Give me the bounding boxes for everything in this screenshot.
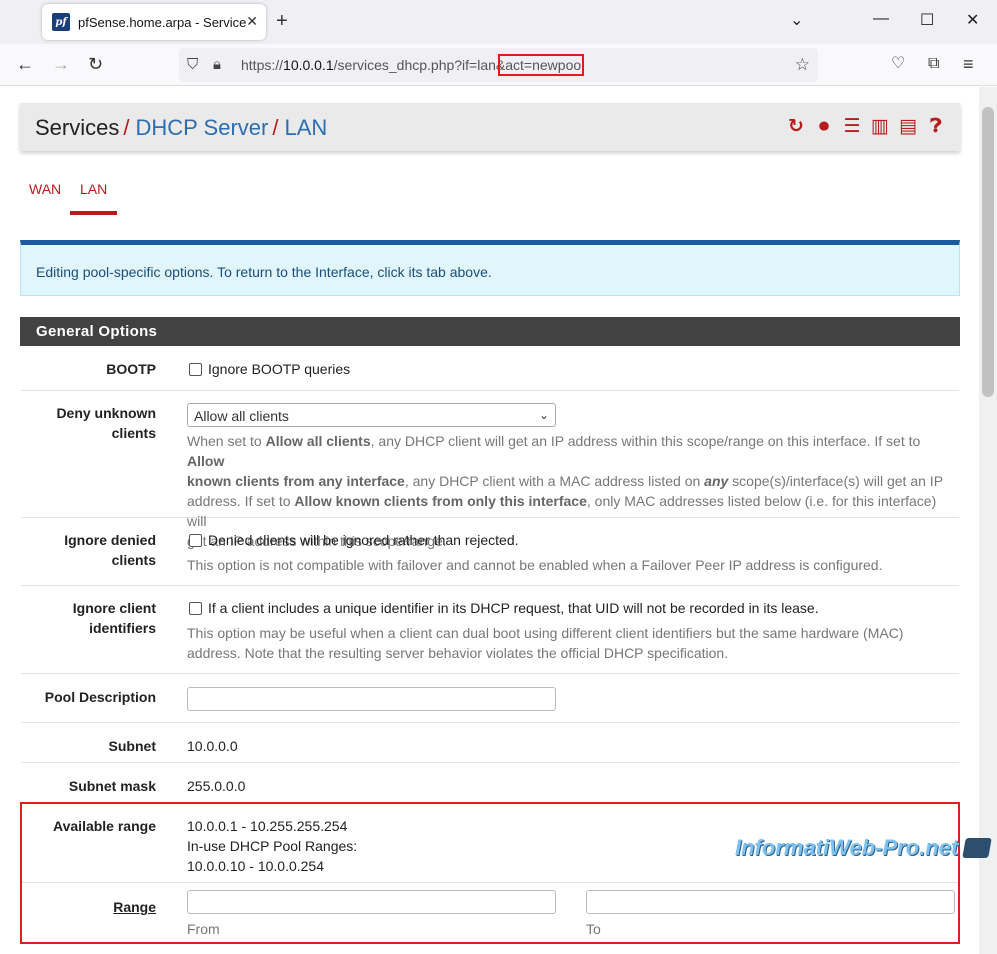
pool-description-input[interactable] [187,687,556,711]
deny-unknown-label: Deny unknown clients [56,405,156,441]
subnet-row: Subnet 10.0.0.0 [21,723,959,763]
ignore-denied-row: Ignore denied clients Denied clients will… [21,518,959,586]
ignore-denied-label: Ignore denied clients [64,532,156,568]
ignore-denied-help: This option is not compatible with failo… [187,557,883,573]
pool-description-label: Pool Description [44,689,156,705]
deny-unknown-row: Deny unknown clients Allow all clients ⌄ … [21,391,959,549]
maximize-button[interactable]: ☐ [920,10,934,30]
ignore-uid-label: Ignore client identifiers [72,600,156,636]
stop-icon[interactable]: ⏺ [814,116,834,138]
laptop-icon [962,838,992,858]
subnet-label: Subnet [108,738,156,754]
ignore-uid-row: Ignore client identifiers If a client inc… [21,586,959,674]
bootp-checkbox[interactable] [189,363,202,376]
chevron-down-icon: ⌄ [538,408,549,422]
ignore-denied-checkbox-label[interactable]: Denied clients will be ignored rather th… [208,532,519,548]
pool-description-row: Pool Description [21,674,959,723]
lock-icon[interactable]: 🔒︎ [213,56,221,73]
header-icons: ↻ ⏺ ☰ ▥ ▤ ❓︎ [786,116,946,138]
ignore-uid-checkbox[interactable] [189,602,202,615]
ignore-uid-control: If a client includes a unique identifier… [187,598,957,663]
alert-text: Editing pool-specific options. To return… [36,264,492,280]
browser-tab-title: pfSense.home.arpa - Services: D [78,14,246,30]
subnet-mask-label: Subnet mask [68,778,156,794]
range-label[interactable]: Range [113,897,156,917]
tab-lan[interactable]: LAN [69,181,118,215]
log-icon[interactable]: ▤ [898,116,918,138]
subnet-value: 10.0.0.0 [187,738,238,754]
chart-icon[interactable]: ▥ [870,116,890,138]
close-window-button[interactable]: ✕ [966,10,979,30]
range-to-input[interactable] [586,890,955,914]
bootp-checkbox-label[interactable]: Ignore BOOTP queries [208,361,350,377]
bootp-label: BOOTP [106,361,156,377]
available-range-label: Available range [53,818,156,834]
ignore-uid-checkbox-label[interactable]: If a client includes a unique identifier… [208,600,819,616]
menu-icon[interactable]: ≡ [963,54,974,74]
settings-icon[interactable]: ☰ [842,116,862,138]
breadcrumb-lan[interactable]: LAN [284,115,327,140]
bookmark-star-icon[interactable]: ☆ [795,55,810,75]
bootp-control: Ignore BOOTP queries [187,359,957,379]
url-highlight-box [498,54,584,76]
ignore-denied-control: Denied clients will be ignored rather th… [187,530,957,575]
breadcrumb-dhcp-server[interactable]: DHCP Server [135,115,268,140]
minimize-button[interactable]: — [873,10,889,28]
ignore-uid-help: This option may be useful when a client … [187,625,904,661]
page-content: Services / DHCP Server / LAN ↻ ⏺ ☰ ▥ ▤ ❓︎ WA… [0,87,979,954]
restart-icon[interactable]: ↻ [786,116,806,138]
pfsense-favicon-icon: pf [52,13,70,31]
deny-unknown-select[interactable]: Allow all clients ⌄ [187,403,556,427]
range-to-label: To [586,921,601,937]
shield-icon[interactable]: ⛉ [187,56,198,73]
url-bar[interactable]: ⛉ 🔒︎ https://10.0.0.1/services_dhcp.php?… [179,48,818,82]
back-arrow-icon[interactable]: ← [16,54,34,74]
range-row: Range From To [21,883,959,945]
reload-icon[interactable]: ↻ [88,54,103,74]
forward-arrow-icon[interactable]: → [52,54,70,74]
browser-tab[interactable]: pf pfSense.home.arpa - Services: D ✕ [42,4,266,40]
subnet-mask-row: Subnet mask 255.0.0.0 [21,763,959,803]
help-icon[interactable]: ❓︎ [926,116,946,138]
scrollbar-thumb[interactable] [982,107,994,397]
pocket-icon[interactable]: ♡ [891,54,905,74]
browser-tab-bar: pf pfSense.home.arpa - Services: D ✕ + ⌄… [0,0,997,44]
panel-heading: General Options [20,317,960,346]
range-from-label: From [187,921,220,937]
tab-close-icon[interactable]: ✕ [246,13,258,30]
breadcrumb-panel: Services / DHCP Server / LAN ↻ ⏺ ☰ ▥ ▤ ❓︎ [20,103,960,151]
watermark: InformatiWeb-Pro.net [735,835,959,860]
panel-title: General Options [36,323,158,340]
tab-wan[interactable]: WAN [29,181,61,197]
new-tab-button[interactable]: + [276,11,288,31]
ignore-denied-checkbox[interactable] [189,534,202,547]
browser-nav-bar: ← → ↻ ⛉ 🔒︎ https://10.0.0.1/services_dhc… [0,44,997,86]
breadcrumb-services: Services [35,115,120,140]
page-scrollbar[interactable] [979,87,997,954]
info-alert: Editing pool-specific options. To return… [20,240,960,296]
subnet-mask-value: 255.0.0.0 [187,778,246,794]
pool-description-control [187,687,957,711]
bootp-row: BOOTP Ignore BOOTP queries [21,346,959,391]
breadcrumb: Services / DHCP Server / LAN [35,115,328,140]
extensions-icon[interactable]: ⧉ [928,54,939,74]
range-from-input[interactable] [187,890,556,914]
tab-list-chevron-icon[interactable]: ⌄ [790,10,803,30]
